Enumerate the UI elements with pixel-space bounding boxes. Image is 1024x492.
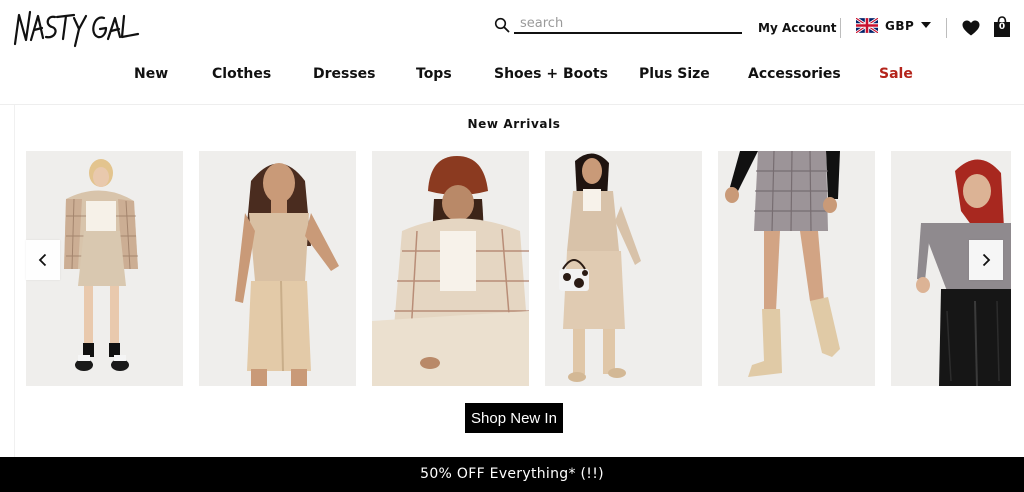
product-photo: [545, 151, 702, 386]
product-card[interactable]: [372, 151, 529, 386]
carousel-title: New Arrivals: [467, 117, 561, 131]
search-bar: [494, 12, 742, 36]
content-frame-edge: [14, 105, 15, 457]
heart-icon[interactable]: [962, 20, 980, 36]
search-field-underline: [514, 14, 742, 34]
search-icon[interactable]: [494, 17, 510, 33]
nav-item-tops[interactable]: Tops: [416, 66, 452, 82]
header-divider: [946, 18, 947, 38]
nav-item-plus-size[interactable]: Plus Size: [639, 66, 710, 82]
header-divider: [840, 18, 841, 38]
product-card[interactable]: [718, 151, 875, 386]
carousel-next-button[interactable]: [969, 240, 1003, 280]
currency-selector[interactable]: GBP: [856, 18, 932, 33]
product-photo: [199, 151, 356, 386]
currency-code: GBP: [885, 18, 915, 33]
chevron-left-icon: [38, 253, 47, 267]
brand-logo[interactable]: [12, 6, 142, 50]
product-card[interactable]: [545, 151, 702, 386]
nav-item-sale[interactable]: Sale: [879, 66, 913, 82]
nav-separator: [0, 104, 1024, 105]
main-nav: New Clothes Dresses Tops Shoes + Boots P…: [0, 64, 1024, 88]
product-photo: [718, 151, 875, 386]
nav-item-clothes[interactable]: Clothes: [212, 66, 271, 82]
nav-item-shoes-boots[interactable]: Shoes + Boots: [494, 66, 608, 82]
search-input[interactable]: [514, 14, 742, 33]
nav-item-accessories[interactable]: Accessories: [748, 66, 841, 82]
nasty-gal-logo-icon: [13, 10, 140, 48]
chevron-right-icon: [982, 253, 991, 267]
promo-banner[interactable]: 50% OFF Everything* (!!): [0, 457, 1024, 492]
shop-new-in-button[interactable]: Shop New In: [465, 403, 563, 433]
carousel-prev-button[interactable]: [26, 240, 60, 280]
caret-down-icon: [921, 22, 932, 28]
uk-flag-icon: [856, 18, 878, 33]
my-account-link[interactable]: My Account: [758, 21, 837, 35]
product-photo: [372, 151, 529, 386]
product-card[interactable]: [199, 151, 356, 386]
shopping-bag-button[interactable]: 0: [993, 16, 1011, 38]
bag-count: 0: [998, 22, 1006, 32]
nav-item-dresses[interactable]: Dresses: [313, 66, 376, 82]
nav-item-new[interactable]: New: [134, 66, 168, 82]
